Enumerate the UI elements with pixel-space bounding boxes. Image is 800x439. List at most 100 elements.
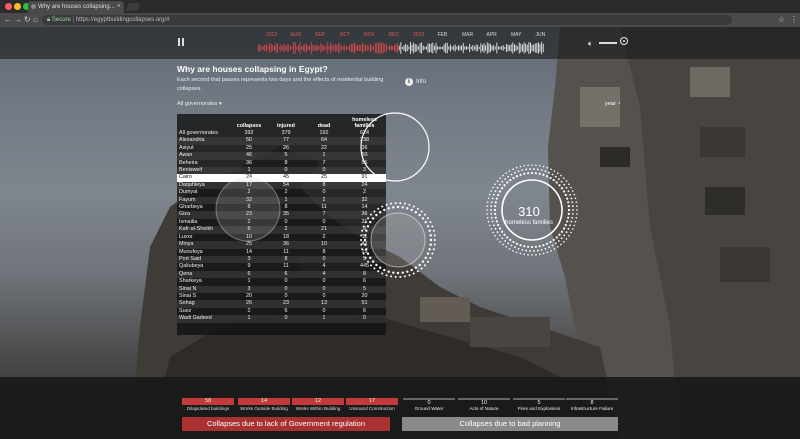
ring-dot [414,266,418,269]
ring-dot [523,164,525,167]
ring-dot [387,270,390,273]
ring-dot [492,186,494,189]
cause-label: Infrastructure Failure [570,406,614,411]
ring-dot [512,240,515,244]
ring-dot [429,238,433,242]
cause-stat[interactable]: 58 Dilapidated buildings [182,398,234,413]
ring-dot [515,251,518,254]
new-tab-button[interactable] [125,3,141,11]
ring-dot [488,193,491,196]
ring-dot [421,260,425,263]
ring-dot [567,205,570,208]
ring-dot [521,248,524,251]
ring-dot [563,234,566,237]
home-icon[interactable]: ⌂ [33,14,38,26]
ring-dot [550,168,552,171]
ring-dot [531,164,533,166]
tab-close-icon[interactable]: × [117,1,121,13]
ring-dot [494,227,497,230]
ring-dot [433,243,436,246]
ring-dot [569,224,571,227]
ring-dot [574,197,577,200]
close-window-button[interactable] [5,3,12,10]
ring-dot [498,227,502,230]
ring-dot [568,183,570,185]
ring-dot [392,206,395,209]
ring-dot [364,243,367,246]
ring-dot [420,210,423,213]
ring-dot [418,263,421,267]
bookmark-star-icon[interactable]: ☆ [778,14,785,26]
ring-dot [428,229,431,232]
ring-dot [360,234,363,237]
regulation-button[interactable]: Collapses due to lack of Government regu… [182,417,390,431]
minimize-window-button[interactable] [14,3,21,10]
ring-dot [493,193,495,196]
ring-dot [429,256,432,259]
ring-dot [365,248,368,251]
cause-value: 10 [458,398,510,406]
ring-dot [575,201,578,203]
menu-icon[interactable]: ⋮ [790,14,798,26]
forward-icon[interactable]: → [14,14,22,26]
ring-dot [504,240,507,242]
browser-tab[interactable]: Why are houses collapsing... × [28,1,124,13]
back-icon[interactable]: ← [4,14,12,26]
ring-dot [503,184,506,187]
cause-stat[interactable]: 5 Fires and Explosions [513,398,565,413]
ring-dot [567,190,570,193]
ring-dot [554,175,557,178]
ring-dot [535,254,537,256]
cause-label: Fires and Explosions [517,406,561,411]
cause-label: Works Outside Building [240,406,288,411]
reload-icon[interactable]: ↻ [24,14,31,26]
address-bar[interactable]: 🔒︎ Secure | https://egyptbuildingcollaps… [42,15,732,25]
ring-dot [542,173,545,176]
cause-stat[interactable]: 8 Infrastructure Failure [566,398,618,413]
ring-dot [539,253,541,256]
ring-dot [494,183,496,185]
ring-dot [373,210,376,213]
ring-dot [486,205,488,207]
ring-dot [412,205,415,208]
cause-value: 0 [403,398,455,406]
ring-dot [521,169,524,172]
ring-dot [408,203,411,206]
ring-dot [502,174,504,177]
cause-stat[interactable]: 14 Works Outside Building [238,398,290,413]
cause-stat[interactable]: 10 Acts of Nature [458,398,510,413]
ring-dot [557,172,559,174]
ring-dot [364,234,367,237]
ring-dot [565,186,568,189]
ring-dot [538,245,541,248]
ring-dot [418,213,421,217]
ring-dot [420,267,423,270]
ring-dot [530,245,534,249]
cause-stat[interactable]: 17 Unsound Construction [346,398,398,413]
ring-dot [538,172,541,175]
ring-dot [527,164,529,166]
ring-dot [394,202,397,205]
cause-value: 17 [346,398,398,405]
ring-dot [571,212,574,215]
ring-dot [503,233,506,236]
ring-dot [362,252,365,255]
ring-dot [548,171,550,174]
ring-dot [534,245,537,248]
ring-dot [396,205,400,209]
ring-dot [501,180,504,183]
ring-dot [558,184,561,187]
ring-dot [377,270,380,273]
ring-dot [531,254,533,256]
ring-dot [549,176,552,180]
ring-dot [499,241,501,243]
cause-stat[interactable]: 0 Ground Water [403,398,455,413]
ring-dot [364,221,367,224]
ring-dot [567,212,570,215]
ring-dot [574,220,577,223]
planning-button[interactable]: Collapses due to bad planning [402,417,618,431]
ring-dot [387,207,390,210]
cause-stat[interactable]: 12 Works Within Building [292,398,344,413]
ring-dot [557,240,560,242]
ring-dot [576,205,578,207]
